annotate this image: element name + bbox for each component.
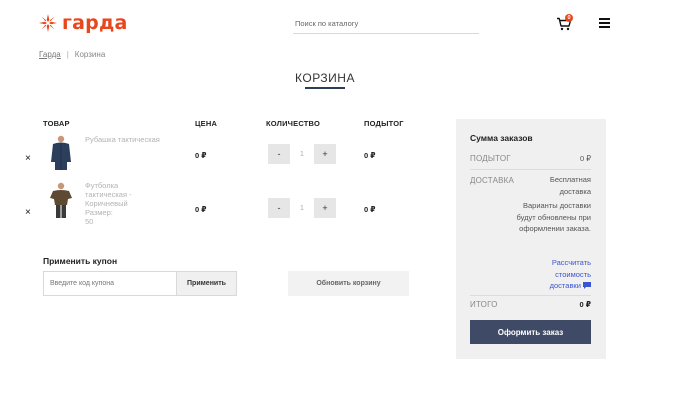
- quantity-value[interactable]: 1: [290, 144, 314, 164]
- column-header-quantity: КОЛИЧЕСТВО: [266, 119, 321, 128]
- coupon-input[interactable]: [43, 271, 176, 296]
- variant-label: Размер:: [85, 208, 113, 217]
- logo-text: гарда: [62, 12, 128, 34]
- quantity-stepper: - 1 +: [268, 144, 336, 164]
- logo-mark-icon: [39, 14, 57, 32]
- product-subtotal: 0 ₽: [364, 205, 376, 214]
- summary-total-label: ИТОГО: [470, 300, 498, 309]
- hamburger-menu-icon[interactable]: [599, 18, 610, 28]
- summary-title: Сумма заказов: [470, 133, 533, 143]
- logo[interactable]: гарда: [38, 12, 128, 34]
- apply-coupon-button[interactable]: Применить: [176, 271, 237, 296]
- product-variant: Размер:: [85, 208, 155, 217]
- checkout-button[interactable]: Оформить заказ: [470, 320, 591, 344]
- product-price: 0 ₽: [195, 151, 207, 160]
- variant-value: 50: [85, 217, 94, 226]
- quantity-increase-button[interactable]: +: [314, 198, 336, 218]
- summary-subtotal-value: 0 ₽: [579, 154, 591, 163]
- product-image-tshirt[interactable]: [49, 181, 73, 219]
- cart-count-badge: 0: [565, 14, 573, 22]
- product-name: Футболка тактическая - Коричневый: [85, 181, 132, 208]
- coupon-title: Применить купон: [43, 256, 118, 266]
- quantity-decrease-button[interactable]: -: [268, 144, 290, 164]
- summary-divider: [470, 295, 591, 296]
- order-summary: Сумма заказов ПОДЫТОГ 0 ₽ ДОСТАВКА Беспл…: [456, 119, 606, 359]
- product-price: 0 ₽: [195, 205, 207, 214]
- summary-total-value: 0 ₽: [579, 300, 591, 309]
- product-subtotal: 0 ₽: [364, 151, 376, 160]
- quantity-decrease-button[interactable]: -: [268, 198, 290, 218]
- product-image-shirt[interactable]: [49, 134, 73, 172]
- column-header-subtotal: ПОДЫТОГ: [364, 119, 404, 128]
- calculate-shipping-link[interactable]: Рассчитать стоимость доставки: [529, 257, 591, 292]
- shipping-note: Варианты доставки будут обновлены при оф…: [516, 201, 591, 233]
- column-header-product: ТОВАР: [43, 119, 70, 128]
- column-header-price: ЦЕНА: [195, 119, 218, 128]
- truck-icon: [583, 282, 591, 289]
- remove-item-button[interactable]: ×: [25, 208, 31, 218]
- breadcrumb-home-link[interactable]: Гарда: [39, 50, 61, 59]
- product-name-link[interactable]: Рубашка тактическая: [85, 135, 180, 144]
- quantity-value[interactable]: 1: [290, 198, 314, 218]
- summary-shipping-label: ДОСТАВКА: [470, 176, 515, 185]
- search-input[interactable]: [293, 14, 479, 34]
- page-title: КОРЗИНА: [295, 71, 355, 85]
- shipping-method-value: Бесплатная доставка: [549, 175, 591, 196]
- remove-item-button[interactable]: ×: [25, 154, 31, 164]
- summary-divider: [470, 169, 591, 170]
- update-cart-button[interactable]: Обновить корзину: [288, 271, 409, 296]
- quantity-increase-button[interactable]: +: [314, 144, 336, 164]
- quantity-stepper: - 1 +: [268, 198, 336, 218]
- breadcrumb-separator: |: [66, 50, 69, 59]
- breadcrumb: Гарда | Корзина: [39, 50, 105, 59]
- breadcrumb-current: Корзина: [74, 50, 106, 59]
- title-underline: [305, 87, 345, 89]
- summary-subtotal-label: ПОДЫТОГ: [470, 154, 511, 163]
- product-name-link[interactable]: Футболка тактическая - Коричневый Размер…: [85, 181, 155, 226]
